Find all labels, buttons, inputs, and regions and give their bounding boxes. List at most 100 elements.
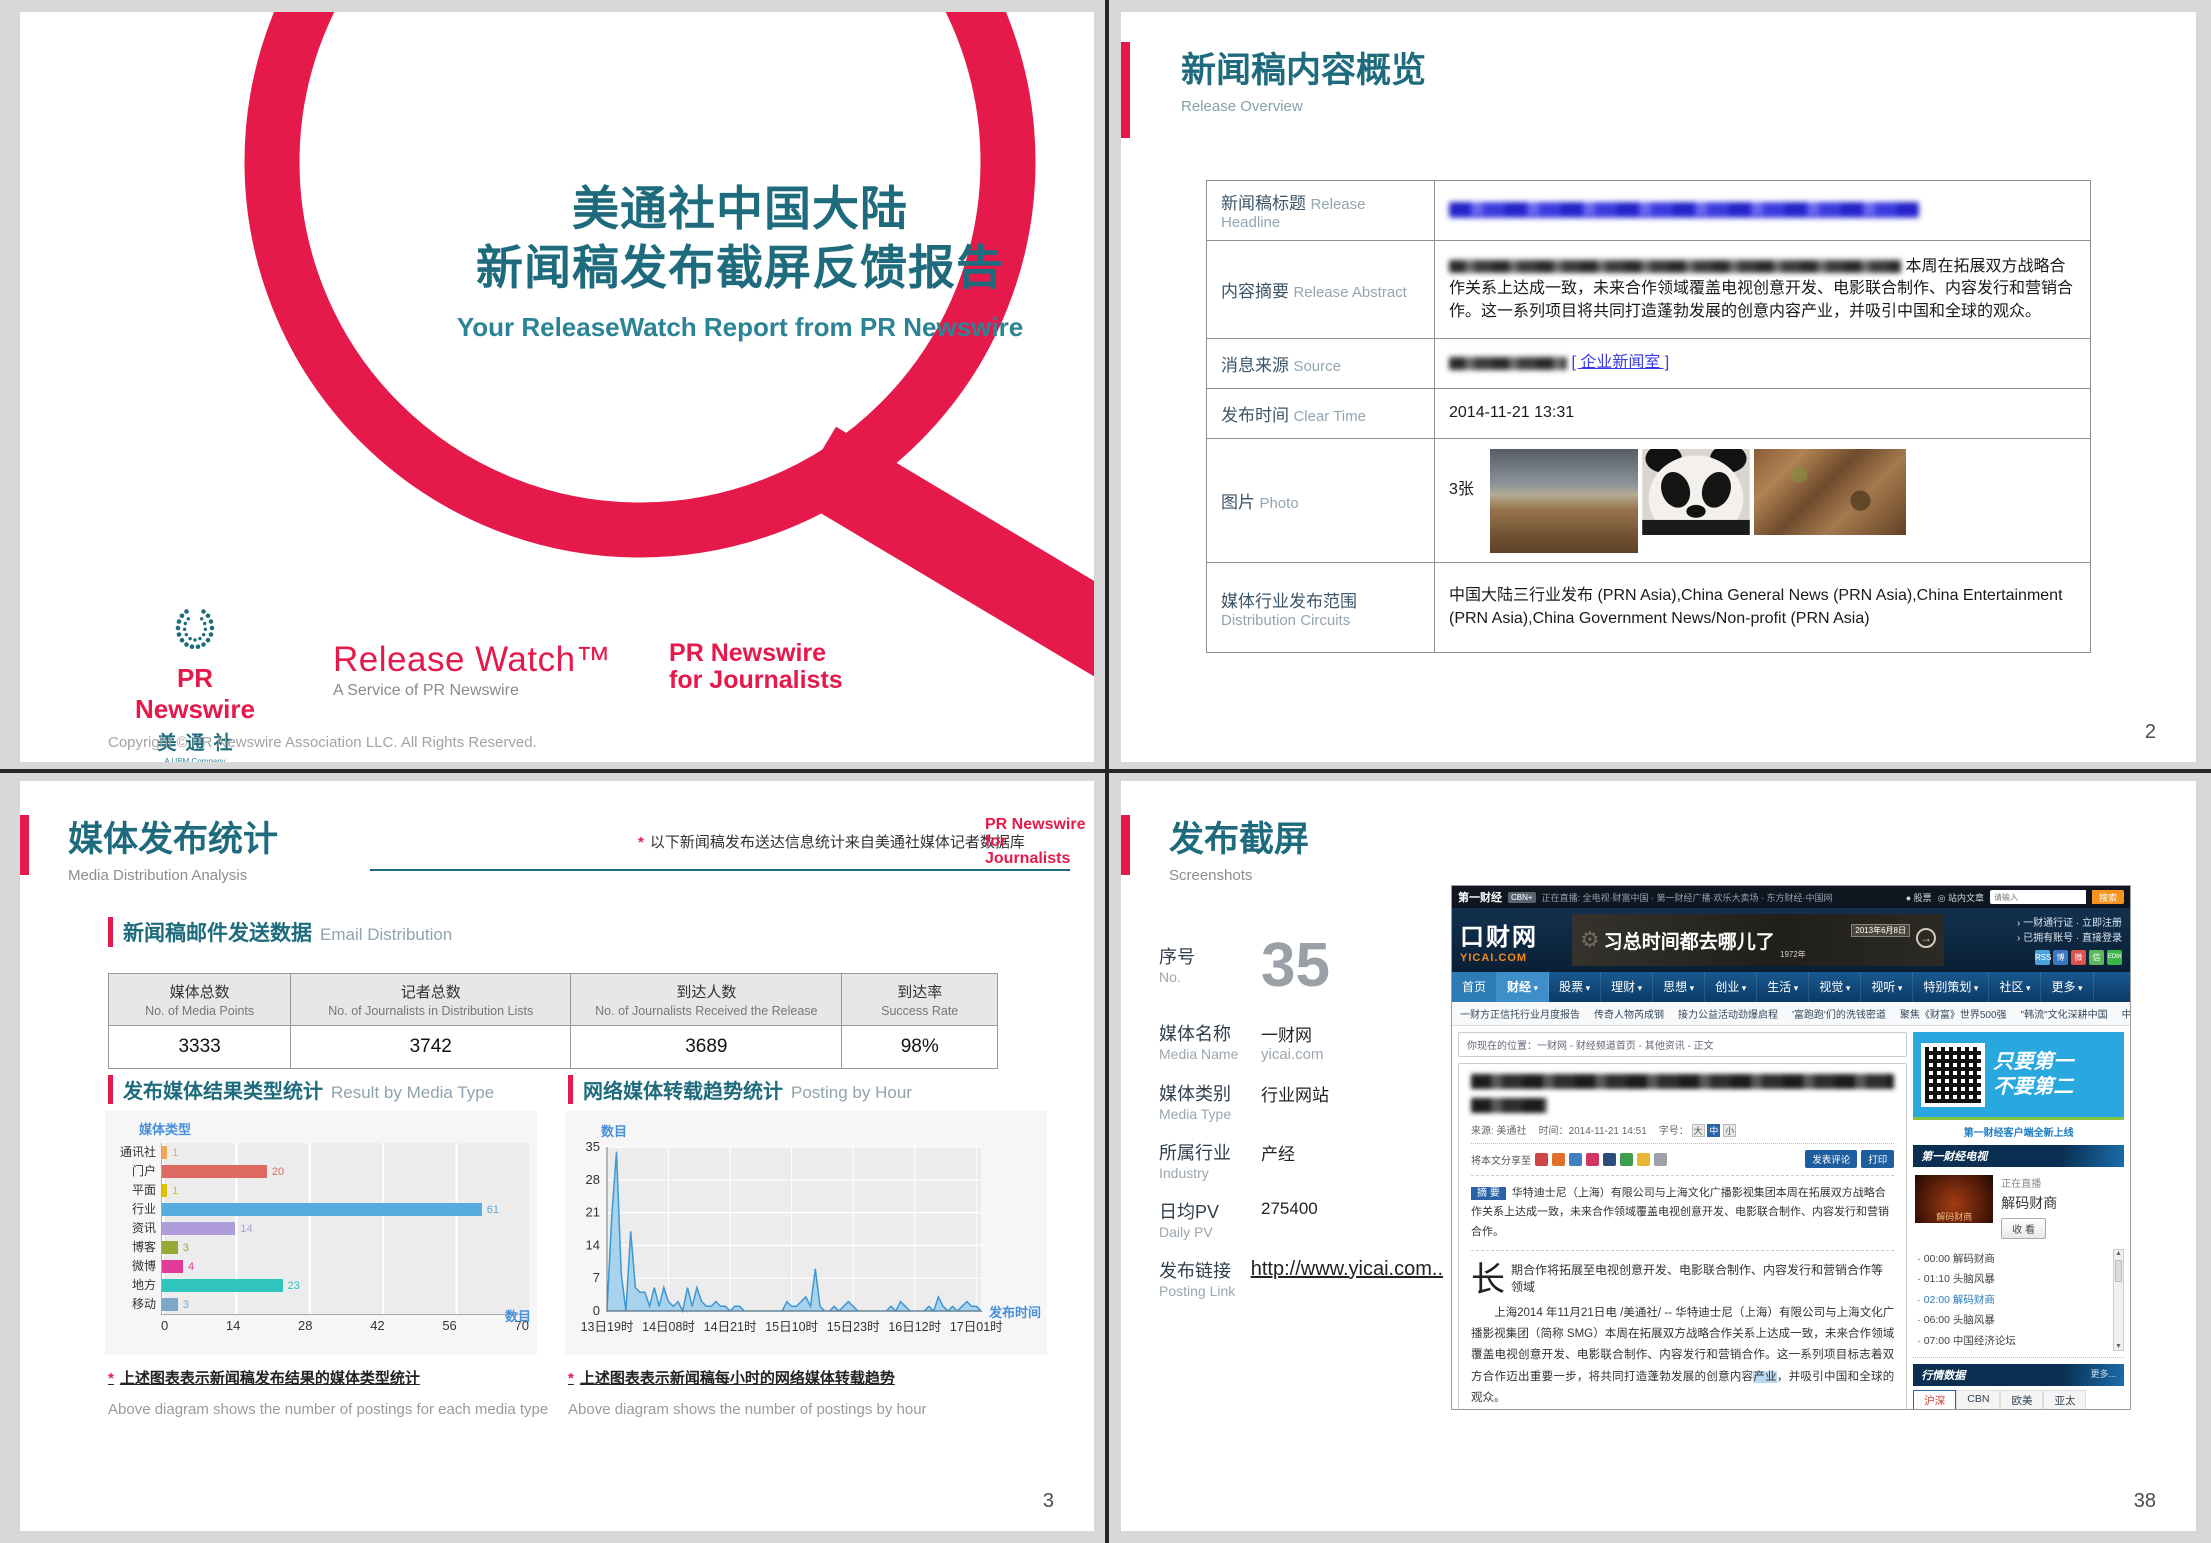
breadcrumb: 你现在的位置：一财网 - 财经频道首页 - 其他资讯 - 正文: [1458, 1032, 1907, 1057]
newsroom-link[interactable]: [ 企业新闻室 ]: [1571, 354, 1669, 371]
nav-more[interactable]: 更多: [2041, 972, 2093, 1002]
share-row: 将本文分享至 发表评论 打印: [1471, 1143, 1894, 1168]
bar-category-label: 平面: [113, 1181, 156, 1200]
subnav-link[interactable]: "韩流"文化深耕中国: [2021, 1006, 2108, 1021]
circuits-value: 中国大陆三行业发布 (PRN Asia),China General News …: [1435, 563, 2091, 653]
schedule-item[interactable]: · 07:00 中国经济论坛: [1917, 1331, 2108, 1351]
share-icon-kaixin[interactable]: [1603, 1153, 1616, 1166]
header-accent-bar: [1121, 815, 1130, 875]
tab-cbn[interactable]: CBN: [1956, 1390, 2000, 1410]
search-scope-stock[interactable]: ● 股票: [1906, 891, 1932, 904]
nav-visual[interactable]: 视觉: [1809, 972, 1861, 1002]
scroll-down-arrow[interactable]: ▼: [2114, 1343, 2123, 1350]
redacted-headline-link[interactable]: [1449, 202, 1919, 218]
scrollbar[interactable]: ▲ ▼: [2113, 1249, 2124, 1351]
report-title-line1: 美通社中国大陆: [410, 180, 1070, 239]
nav-video[interactable]: 视听: [1861, 972, 1913, 1002]
scrollbar-thumb[interactable]: [2115, 1260, 2122, 1282]
more-link[interactable]: 更多...: [2090, 1367, 2116, 1383]
nav-home[interactable]: 首页: [1452, 972, 1497, 1002]
posting-link[interactable]: http://www.yicai.com..: [1251, 1257, 1443, 1299]
nav-startup[interactable]: 创业: [1705, 972, 1757, 1002]
font-size-medium[interactable]: 中: [1707, 1124, 1720, 1137]
wechat-icon[interactable]: 信: [2089, 950, 2104, 965]
share-icon-qzone[interactable]: [1569, 1153, 1582, 1166]
search-scope-site[interactable]: ◎ 站内文章: [1938, 891, 1984, 904]
nav-community[interactable]: 社区: [1989, 972, 2041, 1002]
app-promo-ad[interactable]: 只要第一 不要第二: [1913, 1032, 2124, 1120]
search-input[interactable]: [1990, 890, 2086, 904]
print-button[interactable]: 打印: [1861, 1150, 1894, 1168]
subnav-link[interactable]: 传奇人物芮成钢: [1594, 1006, 1664, 1021]
schedule-item[interactable]: · 01:10 头脑风暴: [1917, 1269, 2108, 1289]
nav-stocks[interactable]: 股票: [1549, 972, 1601, 1002]
email-section-header: 新闻稿邮件发送数据 Email Distribution: [108, 917, 452, 947]
article-meta: 来源: 美通社 时间：2014-11-21 14:51 字号： 大 中 小: [1471, 1122, 1894, 1137]
share-icon-douban[interactable]: [1620, 1153, 1633, 1166]
rss-icon[interactable]: RSS: [2035, 950, 2050, 965]
bar-category-label: 资讯: [113, 1219, 156, 1238]
login-link[interactable]: › 已拥有账号 · 直接登录: [1952, 931, 2122, 946]
row-label-cn: 消息来源: [1221, 356, 1289, 375]
share-icon-favorite[interactable]: [1637, 1153, 1650, 1166]
share-icon-weibo[interactable]: [1552, 1153, 1565, 1166]
subnav-link[interactable]: 中国经济十大关键词: [2122, 1006, 2130, 1021]
share-icon-taojianghu[interactable]: [1586, 1153, 1599, 1166]
share-icon-renren[interactable]: [1535, 1153, 1548, 1166]
site-topbar: 第一财经 CBN+ 正在直播: 全电视·财富中国 · 第一财经广播·欢乐大卖场 …: [1452, 886, 2130, 908]
page-number: 38: [2134, 1490, 2156, 1513]
search-button[interactable]: 搜索: [2092, 890, 2124, 904]
app-promo-caption[interactable]: 第一财经客户端全新上线: [1913, 1120, 2124, 1145]
scroll-up-arrow[interactable]: ▲: [2114, 1250, 2123, 1257]
register-link[interactable]: › 一财通行证 · 立即注册: [1952, 916, 2122, 931]
weibo-icon[interactable]: 微: [2071, 950, 2086, 965]
font-size-small[interactable]: 小: [1723, 1124, 1736, 1137]
section-accent-bar: [108, 1075, 113, 1104]
section-title-cn: 新闻稿邮件发送数据: [123, 917, 312, 947]
article-paragraph: 上海2014 年11月21日电 /美通社/ -- 华特迪士尼（上海）有限公司与上…: [1471, 1303, 1894, 1409]
nav-finance[interactable]: 财经: [1497, 972, 1549, 1002]
tab-yatai[interactable]: 亚太: [2043, 1390, 2086, 1410]
photo-count: 3张: [1449, 479, 1474, 501]
video-thumbnail[interactable]: 解码财商: [1915, 1175, 1993, 1223]
subnav-link[interactable]: 聚焦《财富》世界500强: [1900, 1006, 2007, 1021]
row-label-en: Release Abstract: [1293, 284, 1406, 301]
svg-text:17日01时: 17日01时: [950, 1320, 1003, 1334]
nav-life[interactable]: 生活: [1757, 972, 1809, 1002]
schedule-item-active[interactable]: · 02:00 解码财商: [1917, 1290, 2108, 1310]
subnav-link[interactable]: '富跑跑'们的洗钱密道: [1792, 1006, 1886, 1021]
bar-chart-plot-area: 1 20 1 61 14 3 4: [161, 1143, 529, 1315]
watch-button[interactable]: 收 看: [2001, 1218, 2046, 1239]
tab-hushen[interactable]: 沪深: [1913, 1390, 1956, 1410]
nav-special[interactable]: 特别策划: [1913, 972, 1989, 1002]
page3-subtitle: Media Distribution Analysis: [68, 867, 278, 884]
schedule-item[interactable]: · 00:00 解码财商: [1917, 1249, 2108, 1269]
site-header: 口财网 YICAI.COM ⚙ 习总时间都去哪儿了 1972年 2013年6月8…: [1452, 908, 2130, 972]
nav-money[interactable]: 理财: [1601, 972, 1653, 1002]
site-subnav: 一财方正信托行业月度报告 传奇人物芮成钢 接力公益活动劲爆启程 '富跑跑'们的洗…: [1452, 1002, 2130, 1026]
panda-image: [1640, 449, 1752, 535]
subnav-link[interactable]: 接力公益活动劲爆启程: [1678, 1006, 1778, 1021]
blog-icon[interactable]: 博: [2053, 950, 2068, 965]
bar-category-label: 地方: [113, 1276, 156, 1295]
media-type-value: 行业网站: [1261, 1080, 1329, 1122]
highlighted-term: 产业: [1753, 1371, 1777, 1383]
chart1-header: 发布媒体结果类型统计 Result by Media Type: [108, 1075, 494, 1104]
site-brand[interactable]: 第一财经: [1458, 889, 1502, 905]
subnav-link[interactable]: 一财方正信托行业月度报告: [1460, 1006, 1580, 1021]
row-label-cn: 新闻稿标题: [1221, 194, 1306, 213]
yicai-logo[interactable]: 口财网 YICAI.COM: [1460, 917, 1564, 964]
share-icon-more[interactable]: [1654, 1153, 1667, 1166]
prnj-logo-line2: for Journalists: [669, 667, 843, 694]
row-label-en: Source: [1293, 358, 1341, 375]
nav-ideas[interactable]: 思想: [1653, 972, 1705, 1002]
market-tabs: 沪深 CBN 欧美 亚太: [1913, 1390, 2124, 1410]
tab-oumei[interactable]: 欧美: [2000, 1390, 2043, 1410]
row-label-cn: 内容摘要: [1221, 282, 1289, 301]
comment-button[interactable]: 发表评论: [1805, 1150, 1857, 1168]
row-label-cn: 发布时间: [1221, 406, 1289, 425]
schedule-item[interactable]: · 06:00 头脑风暴: [1917, 1310, 2108, 1330]
edm-icon[interactable]: EDM: [2107, 950, 2122, 965]
banner-ad[interactable]: ⚙ 习总时间都去哪儿了 1972年 2013年6月8日 →: [1572, 914, 1944, 966]
font-size-large[interactable]: 大: [1692, 1124, 1705, 1137]
